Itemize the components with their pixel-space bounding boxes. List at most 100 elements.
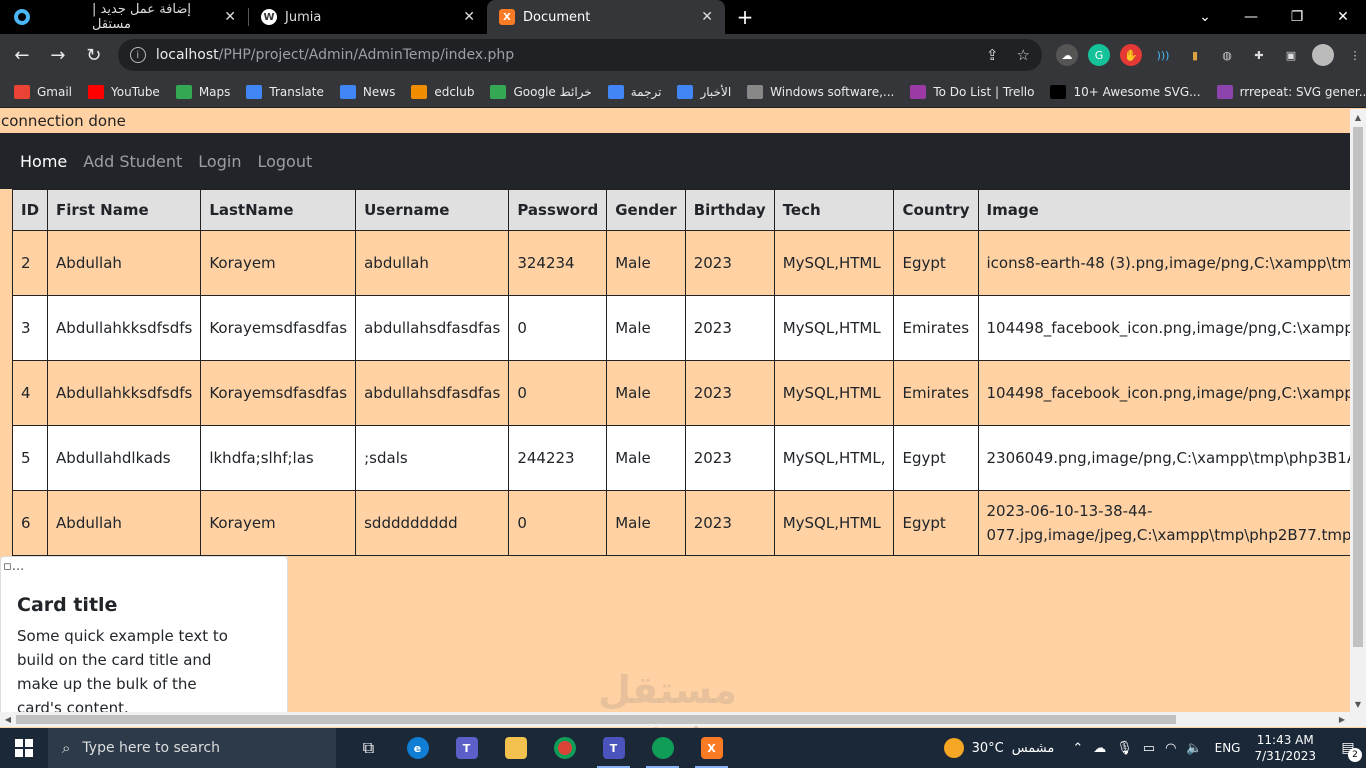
- news-icon: [677, 84, 694, 99]
- table-cell: Abdullah: [47, 490, 202, 556]
- bookmark-item[interactable]: Google خرائط: [490, 84, 592, 99]
- bookmark-label: To Do List | Trello: [933, 84, 1035, 99]
- column-header: Username: [355, 189, 510, 231]
- table-cell: 0: [508, 295, 608, 361]
- bookmark-label: Google خرائط: [513, 84, 592, 99]
- bookmark-item[interactable]: Maps: [175, 84, 230, 99]
- scroll-up-arrow-icon[interactable]: ▲: [1350, 109, 1366, 125]
- wifi-icon[interactable]: ◠: [1165, 741, 1176, 756]
- weather-widget[interactable]: 30°C مشمس: [943, 738, 1054, 758]
- browser-logo-icon[interactable]: [0, 0, 44, 34]
- table-cell: Abdullah: [47, 230, 202, 296]
- new-tab-button[interactable]: +: [725, 0, 765, 34]
- forward-arrow-icon[interactable]: →: [42, 39, 74, 71]
- battery-icon[interactable]: ▭: [1143, 741, 1155, 756]
- bookmark-item[interactable]: الأخبار: [677, 84, 731, 99]
- scroll-left-arrow-icon[interactable]: ◀: [0, 712, 16, 727]
- address-bar[interactable]: i localhost/PHP/project/Admin/AdminTemp/…: [117, 39, 1042, 71]
- connection-status-text: connection done: [1, 112, 126, 130]
- horizontal-scrollbar[interactable]: ◀ ▶: [0, 712, 1366, 727]
- tab-document[interactable]: X Document ✕: [487, 0, 725, 34]
- nav-login-link[interactable]: Login: [198, 152, 241, 171]
- maps-icon: [490, 84, 507, 99]
- back-arrow-icon[interactable]: ←: [6, 39, 38, 71]
- minimize-button[interactable]: —: [1228, 0, 1274, 34]
- xampp-taskbar-icon[interactable]: X: [687, 728, 736, 768]
- tab-close-icon[interactable]: ✕: [463, 9, 475, 25]
- bookmark-item[interactable]: rrrepeat: SVG gener...: [1216, 84, 1366, 99]
- site-info-icon[interactable]: i: [129, 47, 146, 63]
- card-title: Card title: [17, 594, 118, 616]
- tab-search-chevron-icon[interactable]: ⌄: [1182, 0, 1228, 34]
- task-view-icon[interactable]: ⧉: [344, 728, 393, 768]
- adblock-icon[interactable]: ✋: [1120, 44, 1142, 66]
- bookmark-item[interactable]: Gmail: [14, 84, 72, 99]
- translate-icon: [246, 84, 263, 99]
- chrome-icon[interactable]: [540, 728, 589, 768]
- extension-globe-icon[interactable]: ◍: [1216, 44, 1238, 66]
- tab-jumia[interactable]: W Jumia ✕: [249, 0, 487, 34]
- bookmark-label: Translate: [269, 84, 324, 99]
- bookmark-item[interactable]: ترجمة: [607, 84, 662, 99]
- tab-close-icon[interactable]: ✕: [224, 9, 236, 25]
- profile-avatar[interactable]: [1312, 44, 1334, 66]
- bookmark-item[interactable]: Windows software,...: [747, 84, 894, 99]
- show-hidden-icons-chevron-icon[interactable]: ⌃: [1072, 741, 1083, 756]
- notification-center-icon[interactable]: ▤ 2: [1330, 740, 1366, 762]
- windows-start-button[interactable]: [0, 728, 48, 768]
- extension-cloud-icon[interactable]: ☁: [1056, 44, 1078, 66]
- share-icon[interactable]: ⇪: [986, 46, 999, 64]
- example-card: ▫... Card title Some quick example text …: [0, 556, 288, 712]
- bookmark-item[interactable]: News: [339, 84, 395, 99]
- vertical-scrollbar[interactable]: ▲ ▼: [1350, 109, 1366, 712]
- edge-icon[interactable]: e: [393, 728, 442, 768]
- microphone-icon[interactable]: 🎙: [1116, 741, 1133, 756]
- scroll-right-arrow-icon[interactable]: ▶: [1334, 712, 1350, 727]
- close-window-button[interactable]: ✕: [1320, 0, 1366, 34]
- extension-wave-icon[interactable]: ))): [1152, 44, 1174, 66]
- bookmark-item[interactable]: YouTube: [88, 84, 160, 99]
- teams-meeting-icon[interactable]: T: [589, 728, 638, 768]
- vertical-scroll-thumb[interactable]: [1353, 127, 1363, 647]
- table-cell: 0: [508, 490, 608, 556]
- clock-date: 7/31/2023: [1254, 749, 1316, 763]
- table-cell: abdullahsdfasdfas: [355, 295, 510, 361]
- nav-home-link[interactable]: Home: [20, 152, 67, 171]
- bookmark-item[interactable]: Translate: [246, 84, 324, 99]
- horizontal-scroll-thumb[interactable]: [16, 715, 1176, 724]
- bookmark-item[interactable]: 10+ Awesome SVG...: [1050, 84, 1201, 99]
- reload-icon[interactable]: ↻: [78, 39, 110, 71]
- table-cell: MySQL,HTML: [773, 490, 895, 556]
- file-explorer-icon[interactable]: [491, 728, 540, 768]
- clock-time: 11:43 AM: [1256, 733, 1314, 747]
- table-row: 2 Abdullah Korayem abdullah 324234 Male 2023 My…: [11, 230, 1350, 296]
- bookmark-item[interactable]: To Do List | Trello: [910, 84, 1035, 99]
- nav-logout-link[interactable]: Logout: [257, 152, 312, 171]
- bookmark-label: ترجمة: [630, 84, 662, 99]
- bookmark-star-icon[interactable]: ☆: [1017, 46, 1030, 64]
- taskbar-search-box[interactable]: ⌕ Type here to search: [48, 728, 336, 768]
- language-indicator[interactable]: ENG: [1215, 741, 1241, 755]
- table-cell: abdullah: [355, 230, 510, 296]
- scroll-down-arrow-icon[interactable]: ▼: [1350, 696, 1366, 712]
- column-header: First Name: [47, 189, 202, 231]
- volume-icon[interactable]: 🔈: [1186, 741, 1202, 756]
- teams-icon[interactable]: T: [442, 728, 491, 768]
- extensions-puzzle-icon[interactable]: ✚: [1248, 44, 1270, 66]
- menu-kebab-icon[interactable]: ⋮: [1344, 44, 1366, 66]
- side-panel-icon[interactable]: ▣: [1280, 44, 1302, 66]
- table-cell: Male: [606, 490, 686, 556]
- maximize-button[interactable]: ❐: [1274, 0, 1320, 34]
- grammarly-icon[interactable]: G: [1088, 44, 1110, 66]
- tab-close-icon[interactable]: ✕: [701, 9, 713, 25]
- table-row: 6 Abdullah Korayem sddddddddd 0 Male 2023 MySQL…: [11, 490, 1350, 556]
- table-cell: MySQL,HTML: [773, 230, 895, 296]
- system-clock[interactable]: 11:43 AM 7/31/2023: [1254, 732, 1316, 764]
- onedrive-cloud-icon[interactable]: ☁: [1093, 741, 1106, 756]
- tab-mostaql[interactable]: إضافة عمل جديد | مستقل ✕: [44, 0, 248, 34]
- nav-add-student-link[interactable]: Add Student: [83, 152, 182, 171]
- extension-bookmark-icon[interactable]: ▮: [1184, 44, 1206, 66]
- chrome-profile-icon[interactable]: [638, 728, 687, 768]
- tab-title: Jumia: [285, 9, 322, 25]
- bookmark-item[interactable]: edclub: [411, 84, 474, 99]
